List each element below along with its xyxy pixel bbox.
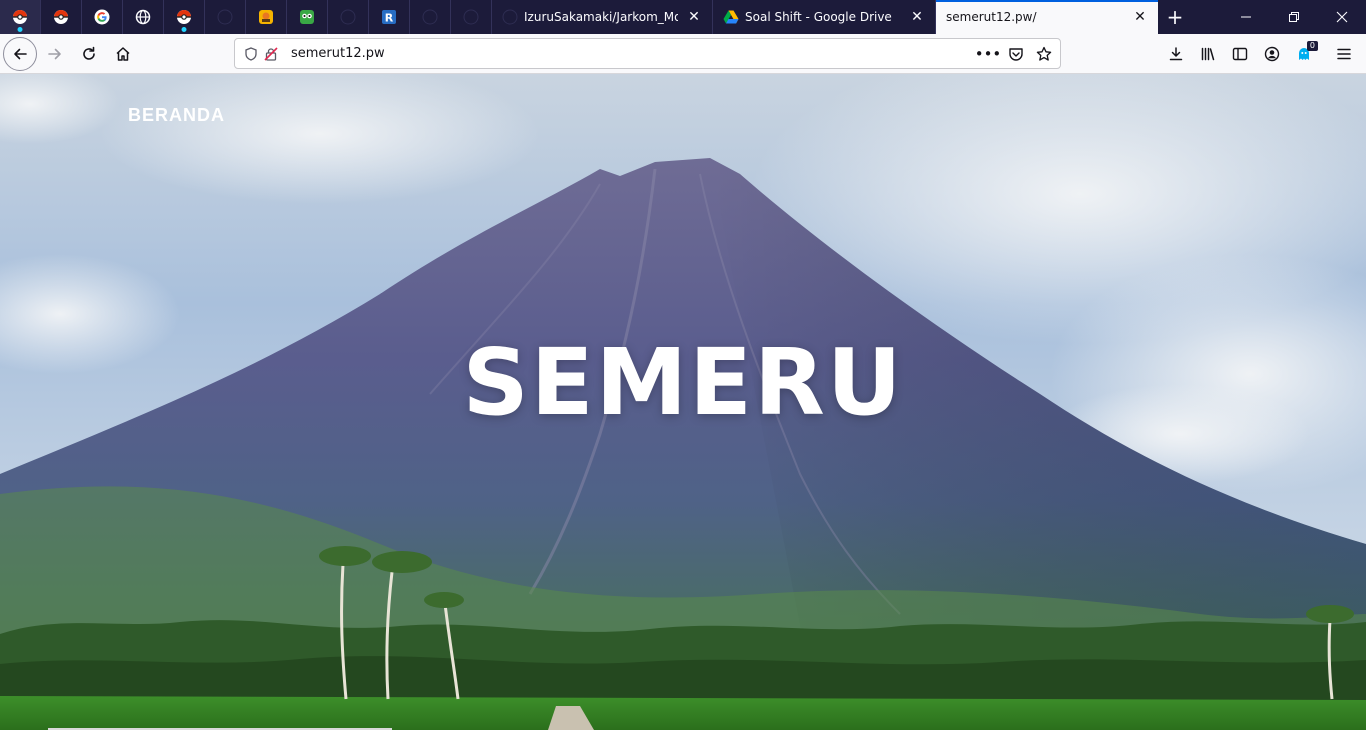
minimize-icon [1241, 16, 1251, 18]
close-window-button[interactable] [1318, 0, 1366, 34]
close-icon [1336, 11, 1348, 23]
back-arrow-icon [14, 48, 27, 59]
google-drive-icon [723, 10, 739, 24]
pinned-tab-11[interactable] [410, 0, 451, 34]
close-icon[interactable]: ✕ [909, 9, 925, 25]
pinned-tab-6[interactable] [205, 0, 246, 34]
svg-text:R: R [385, 12, 394, 25]
web-page: BERANDA SEMERU [0, 74, 1366, 730]
extension-ghostery-button[interactable]: 0 [1288, 38, 1320, 70]
tab-strip: R IzuruSakamaki/Jarkom_Modul ✕ Soal Shif… [0, 0, 1366, 34]
pinned-tab-12[interactable] [451, 0, 492, 34]
home-button[interactable] [107, 38, 139, 70]
pokeball-icon [13, 10, 27, 24]
account-icon [1264, 46, 1280, 62]
pinned-tab-5[interactable] [164, 0, 205, 34]
sidebar-icon [1232, 47, 1248, 61]
close-icon[interactable]: ✕ [686, 9, 702, 25]
back-button[interactable] [3, 36, 37, 71]
new-tab-button[interactable]: + [1158, 0, 1192, 34]
tab-title: semerut12.pw/ [946, 10, 1037, 24]
pinned-tab-1[interactable] [0, 0, 41, 34]
restore-button[interactable] [1270, 0, 1318, 34]
pocket-icon[interactable] [1006, 44, 1026, 64]
downloads-button[interactable] [1160, 38, 1192, 70]
reload-button[interactable] [73, 38, 105, 70]
library-icon [1201, 47, 1215, 61]
navigation-toolbar: semerut12.pw ••• 0 [0, 34, 1366, 74]
pinned-tab-9[interactable] [328, 0, 369, 34]
pinned-tab-2[interactable] [41, 0, 82, 34]
tab-github-jarkom[interactable]: IzuruSakamaki/Jarkom_Modul ✕ [492, 0, 713, 34]
download-icon [1169, 47, 1183, 61]
forward-button[interactable] [39, 38, 71, 70]
url-bar[interactable]: semerut12.pw ••• [234, 38, 1061, 69]
pokeball-icon [54, 10, 68, 24]
account-button[interactable] [1256, 38, 1288, 70]
app-icon [259, 10, 273, 24]
forward-arrow-icon [48, 48, 61, 59]
globe-icon [135, 9, 151, 25]
tab-title: IzuruSakamaki/Jarkom_Modul [524, 10, 678, 24]
r-icon: R [382, 10, 396, 25]
pokeball-icon [177, 10, 191, 24]
pinned-tab-10[interactable]: R [369, 0, 410, 34]
hamburger-menu-icon [1337, 48, 1351, 60]
hero-title: SEMERU [462, 329, 904, 436]
tracking-protection-shield-icon[interactable] [241, 44, 261, 64]
github-icon [463, 9, 479, 25]
close-icon[interactable]: ✕ [1132, 9, 1148, 25]
tab-title: Soal Shift - Google Drive [745, 10, 892, 24]
page-actions-menu-icon[interactable]: ••• [975, 44, 1002, 64]
sidebar-button[interactable] [1224, 38, 1256, 70]
google-icon [94, 9, 110, 25]
pinned-tab-7[interactable] [246, 0, 287, 34]
app-menu-button[interactable] [1328, 38, 1360, 70]
reload-icon [83, 46, 95, 60]
github-icon [340, 9, 356, 25]
library-button[interactable] [1192, 38, 1224, 70]
github-icon [502, 9, 518, 25]
pinned-tab-3[interactable] [82, 0, 123, 34]
github-icon [422, 9, 438, 25]
bookmark-star-icon[interactable] [1034, 44, 1054, 64]
minimize-button[interactable] [1222, 0, 1270, 34]
url-text[interactable]: semerut12.pw [291, 46, 978, 61]
plus-icon: + [1166, 5, 1184, 29]
toolbar-right: 0 [1160, 38, 1360, 70]
notification-badge: 0 [1306, 41, 1318, 51]
pinned-tab-8[interactable] [287, 0, 328, 34]
github-icon [217, 9, 233, 25]
pinned-tab-4[interactable] [123, 0, 164, 34]
owl-icon [300, 10, 314, 24]
tab-google-drive[interactable]: Soal Shift - Google Drive ✕ [713, 0, 936, 34]
insecure-lock-icon[interactable] [261, 44, 281, 64]
home-icon [116, 46, 130, 61]
restore-icon [1289, 12, 1299, 22]
nav-link-beranda[interactable]: BERANDA [128, 105, 225, 126]
tab-semerut12[interactable]: semerut12.pw/ ✕ [936, 0, 1158, 34]
